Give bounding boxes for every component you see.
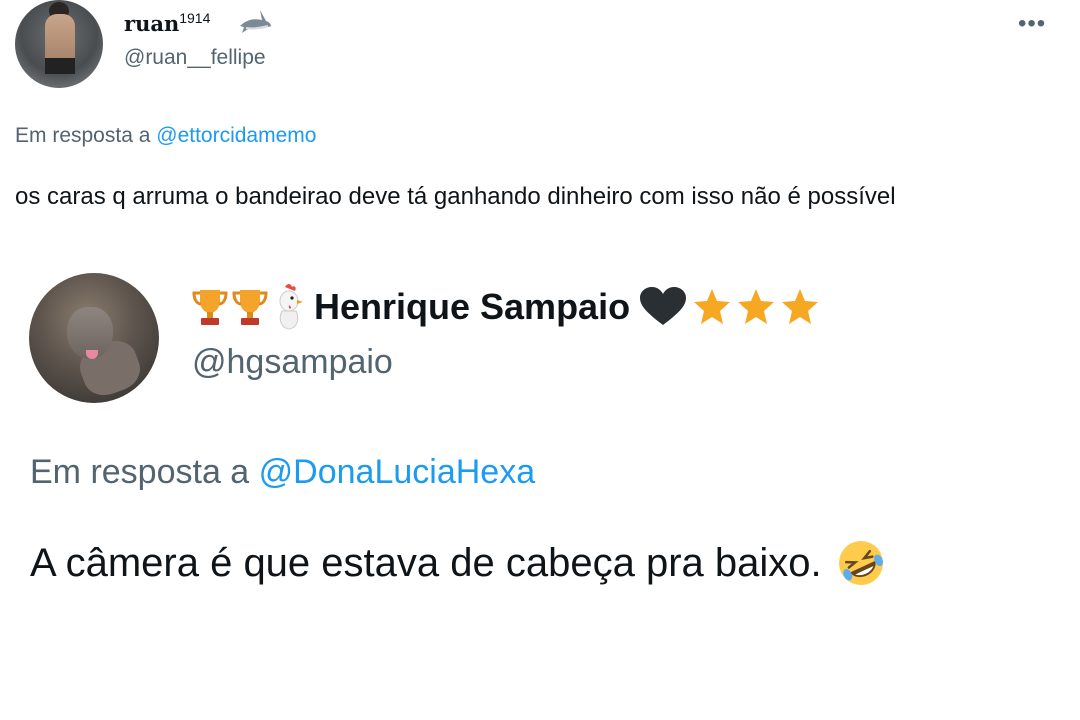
reply-mention-link[interactable]: @ettorcidamemo [156, 124, 316, 147]
shark-icon [240, 10, 271, 33]
trophy-icon [192, 290, 228, 325]
quoted-reply-context: Em resposta a @DonaLuciaHexa [30, 453, 535, 492]
quoted-author-display-name: Henrique Sampaio [314, 286, 631, 327]
star-icon [694, 289, 731, 324]
star-icon [738, 289, 775, 324]
tweet-text: os caras q arruma o bandeirao deve tá ga… [15, 183, 896, 210]
quoted-author-name-row: Henrique Sampaio [192, 283, 820, 331]
quoted-author-avatar [29, 273, 159, 403]
black-heart-icon [640, 287, 687, 325]
rolling-on-floor-laughing-icon [838, 541, 883, 585]
author-avatar[interactable] [15, 0, 103, 88]
quoted-reply-prefix: Em resposta a [30, 453, 250, 491]
author-handle[interactable]: @ruan__fellipe [124, 46, 266, 70]
more-options-icon[interactable]: ••• [1018, 10, 1046, 38]
author-name-superscript: 1914 [179, 10, 211, 26]
rooster-icon [279, 284, 303, 330]
star-icon [782, 289, 819, 324]
quoted-reply-mention: @DonaLuciaHexa [258, 453, 536, 491]
author-name-text: ruan [124, 11, 180, 36]
quoted-text-content: A câmera é que estava de cabeça pra baix… [30, 540, 822, 585]
author-display-name[interactable]: ruan1914 [124, 10, 210, 36]
quoted-tweet-text: A câmera é que estava de cabeça pra baix… [30, 538, 886, 588]
reply-context: Em resposta a @ettorcidamemo [15, 124, 316, 148]
trophy-icon [232, 290, 268, 325]
quoted-author-handle: @hgsampaio [192, 343, 393, 381]
reply-prefix: Em resposta a [15, 124, 151, 147]
